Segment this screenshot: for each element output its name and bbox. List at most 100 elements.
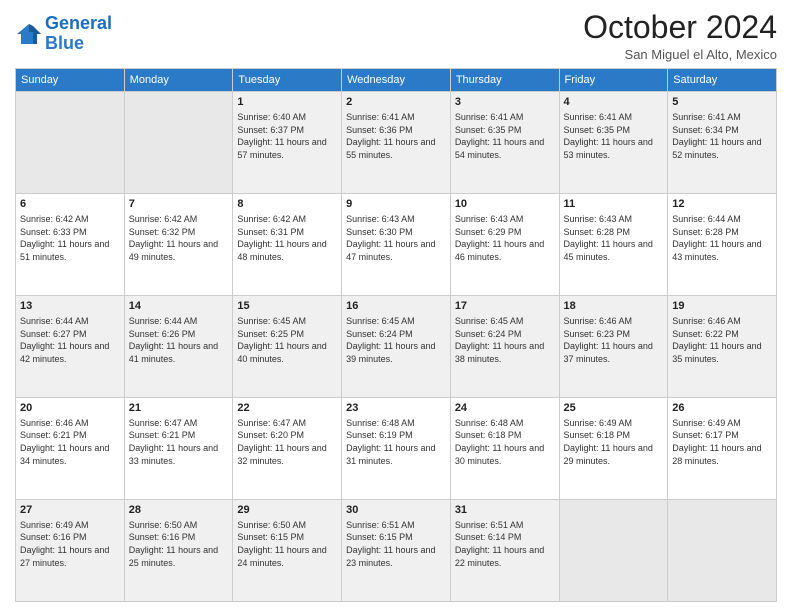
title-block: October 2024 San Miguel el Alto, Mexico (583, 10, 777, 62)
day-number: 19 (672, 299, 772, 314)
calendar-cell: 16Sunrise: 6:45 AM Sunset: 6:24 PM Dayli… (342, 296, 451, 398)
day-info: Sunrise: 6:51 AM Sunset: 6:14 PM Dayligh… (455, 519, 555, 569)
day-info: Sunrise: 6:44 AM Sunset: 6:27 PM Dayligh… (20, 315, 120, 365)
day-number: 1 (237, 95, 337, 110)
weekday-header-thursday: Thursday (450, 69, 559, 92)
day-info: Sunrise: 6:46 AM Sunset: 6:21 PM Dayligh… (20, 417, 120, 467)
calendar-cell: 4Sunrise: 6:41 AM Sunset: 6:35 PM Daylig… (559, 92, 668, 194)
day-info: Sunrise: 6:42 AM Sunset: 6:33 PM Dayligh… (20, 213, 120, 263)
day-number: 31 (455, 503, 555, 518)
logo-text: General Blue (45, 14, 112, 54)
calendar-cell: 29Sunrise: 6:50 AM Sunset: 6:15 PM Dayli… (233, 500, 342, 602)
calendar-cell: 7Sunrise: 6:42 AM Sunset: 6:32 PM Daylig… (124, 194, 233, 296)
day-number: 14 (129, 299, 229, 314)
day-info: Sunrise: 6:44 AM Sunset: 6:28 PM Dayligh… (672, 213, 772, 263)
page: General Blue October 2024 San Miguel el … (0, 0, 792, 612)
calendar-cell: 22Sunrise: 6:47 AM Sunset: 6:20 PM Dayli… (233, 398, 342, 500)
day-number: 3 (455, 95, 555, 110)
day-info: Sunrise: 6:50 AM Sunset: 6:15 PM Dayligh… (237, 519, 337, 569)
day-number: 30 (346, 503, 446, 518)
day-number: 27 (20, 503, 120, 518)
week-row-3: 13Sunrise: 6:44 AM Sunset: 6:27 PM Dayli… (16, 296, 777, 398)
day-number: 26 (672, 401, 772, 416)
calendar-cell: 14Sunrise: 6:44 AM Sunset: 6:26 PM Dayli… (124, 296, 233, 398)
day-info: Sunrise: 6:49 AM Sunset: 6:18 PM Dayligh… (564, 417, 664, 467)
day-info: Sunrise: 6:43 AM Sunset: 6:29 PM Dayligh… (455, 213, 555, 263)
calendar-cell: 12Sunrise: 6:44 AM Sunset: 6:28 PM Dayli… (668, 194, 777, 296)
day-info: Sunrise: 6:41 AM Sunset: 6:36 PM Dayligh… (346, 111, 446, 161)
calendar-table: SundayMondayTuesdayWednesdayThursdayFrid… (15, 68, 777, 602)
day-number: 23 (346, 401, 446, 416)
calendar-cell: 27Sunrise: 6:49 AM Sunset: 6:16 PM Dayli… (16, 500, 125, 602)
logo-icon (15, 20, 43, 48)
day-info: Sunrise: 6:42 AM Sunset: 6:32 PM Dayligh… (129, 213, 229, 263)
day-info: Sunrise: 6:47 AM Sunset: 6:20 PM Dayligh… (237, 417, 337, 467)
day-number: 25 (564, 401, 664, 416)
day-number: 2 (346, 95, 446, 110)
calendar-cell: 8Sunrise: 6:42 AM Sunset: 6:31 PM Daylig… (233, 194, 342, 296)
day-number: 6 (20, 197, 120, 212)
calendar-cell: 11Sunrise: 6:43 AM Sunset: 6:28 PM Dayli… (559, 194, 668, 296)
day-info: Sunrise: 6:47 AM Sunset: 6:21 PM Dayligh… (129, 417, 229, 467)
day-info: Sunrise: 6:45 AM Sunset: 6:25 PM Dayligh… (237, 315, 337, 365)
calendar-cell: 1Sunrise: 6:40 AM Sunset: 6:37 PM Daylig… (233, 92, 342, 194)
day-number: 8 (237, 197, 337, 212)
day-number: 5 (672, 95, 772, 110)
day-info: Sunrise: 6:46 AM Sunset: 6:23 PM Dayligh… (564, 315, 664, 365)
calendar-cell: 24Sunrise: 6:48 AM Sunset: 6:18 PM Dayli… (450, 398, 559, 500)
calendar-cell: 26Sunrise: 6:49 AM Sunset: 6:17 PM Dayli… (668, 398, 777, 500)
day-number: 4 (564, 95, 664, 110)
calendar-cell: 2Sunrise: 6:41 AM Sunset: 6:36 PM Daylig… (342, 92, 451, 194)
day-number: 17 (455, 299, 555, 314)
day-number: 13 (20, 299, 120, 314)
calendar-cell: 6Sunrise: 6:42 AM Sunset: 6:33 PM Daylig… (16, 194, 125, 296)
day-number: 18 (564, 299, 664, 314)
calendar-cell: 5Sunrise: 6:41 AM Sunset: 6:34 PM Daylig… (668, 92, 777, 194)
day-number: 16 (346, 299, 446, 314)
weekday-header-sunday: Sunday (16, 69, 125, 92)
calendar-cell (668, 500, 777, 602)
week-row-5: 27Sunrise: 6:49 AM Sunset: 6:16 PM Dayli… (16, 500, 777, 602)
month-title: October 2024 (583, 10, 777, 45)
calendar-cell: 30Sunrise: 6:51 AM Sunset: 6:15 PM Dayli… (342, 500, 451, 602)
day-number: 20 (20, 401, 120, 416)
day-info: Sunrise: 6:45 AM Sunset: 6:24 PM Dayligh… (455, 315, 555, 365)
calendar-cell: 10Sunrise: 6:43 AM Sunset: 6:29 PM Dayli… (450, 194, 559, 296)
day-number: 22 (237, 401, 337, 416)
logo: General Blue (15, 14, 112, 54)
weekday-header-tuesday: Tuesday (233, 69, 342, 92)
day-number: 21 (129, 401, 229, 416)
calendar-cell: 25Sunrise: 6:49 AM Sunset: 6:18 PM Dayli… (559, 398, 668, 500)
day-info: Sunrise: 6:50 AM Sunset: 6:16 PM Dayligh… (129, 519, 229, 569)
calendar-cell: 21Sunrise: 6:47 AM Sunset: 6:21 PM Dayli… (124, 398, 233, 500)
day-number: 29 (237, 503, 337, 518)
day-info: Sunrise: 6:51 AM Sunset: 6:15 PM Dayligh… (346, 519, 446, 569)
calendar-cell: 31Sunrise: 6:51 AM Sunset: 6:14 PM Dayli… (450, 500, 559, 602)
weekday-header-saturday: Saturday (668, 69, 777, 92)
day-info: Sunrise: 6:42 AM Sunset: 6:31 PM Dayligh… (237, 213, 337, 263)
day-number: 9 (346, 197, 446, 212)
calendar-cell: 20Sunrise: 6:46 AM Sunset: 6:21 PM Dayli… (16, 398, 125, 500)
calendar-cell: 23Sunrise: 6:48 AM Sunset: 6:19 PM Dayli… (342, 398, 451, 500)
calendar-cell: 17Sunrise: 6:45 AM Sunset: 6:24 PM Dayli… (450, 296, 559, 398)
day-number: 15 (237, 299, 337, 314)
day-info: Sunrise: 6:49 AM Sunset: 6:17 PM Dayligh… (672, 417, 772, 467)
calendar-cell: 28Sunrise: 6:50 AM Sunset: 6:16 PM Dayli… (124, 500, 233, 602)
day-info: Sunrise: 6:46 AM Sunset: 6:22 PM Dayligh… (672, 315, 772, 365)
day-info: Sunrise: 6:48 AM Sunset: 6:19 PM Dayligh… (346, 417, 446, 467)
day-info: Sunrise: 6:43 AM Sunset: 6:30 PM Dayligh… (346, 213, 446, 263)
day-info: Sunrise: 6:43 AM Sunset: 6:28 PM Dayligh… (564, 213, 664, 263)
calendar-cell (124, 92, 233, 194)
day-info: Sunrise: 6:40 AM Sunset: 6:37 PM Dayligh… (237, 111, 337, 161)
calendar-cell: 18Sunrise: 6:46 AM Sunset: 6:23 PM Dayli… (559, 296, 668, 398)
weekday-header-row: SundayMondayTuesdayWednesdayThursdayFrid… (16, 69, 777, 92)
calendar-cell: 19Sunrise: 6:46 AM Sunset: 6:22 PM Dayli… (668, 296, 777, 398)
day-info: Sunrise: 6:44 AM Sunset: 6:26 PM Dayligh… (129, 315, 229, 365)
calendar-cell: 15Sunrise: 6:45 AM Sunset: 6:25 PM Dayli… (233, 296, 342, 398)
header: General Blue October 2024 San Miguel el … (15, 10, 777, 62)
calendar-cell (16, 92, 125, 194)
calendar-cell: 3Sunrise: 6:41 AM Sunset: 6:35 PM Daylig… (450, 92, 559, 194)
day-number: 7 (129, 197, 229, 212)
calendar-cell: 9Sunrise: 6:43 AM Sunset: 6:30 PM Daylig… (342, 194, 451, 296)
weekday-header-friday: Friday (559, 69, 668, 92)
